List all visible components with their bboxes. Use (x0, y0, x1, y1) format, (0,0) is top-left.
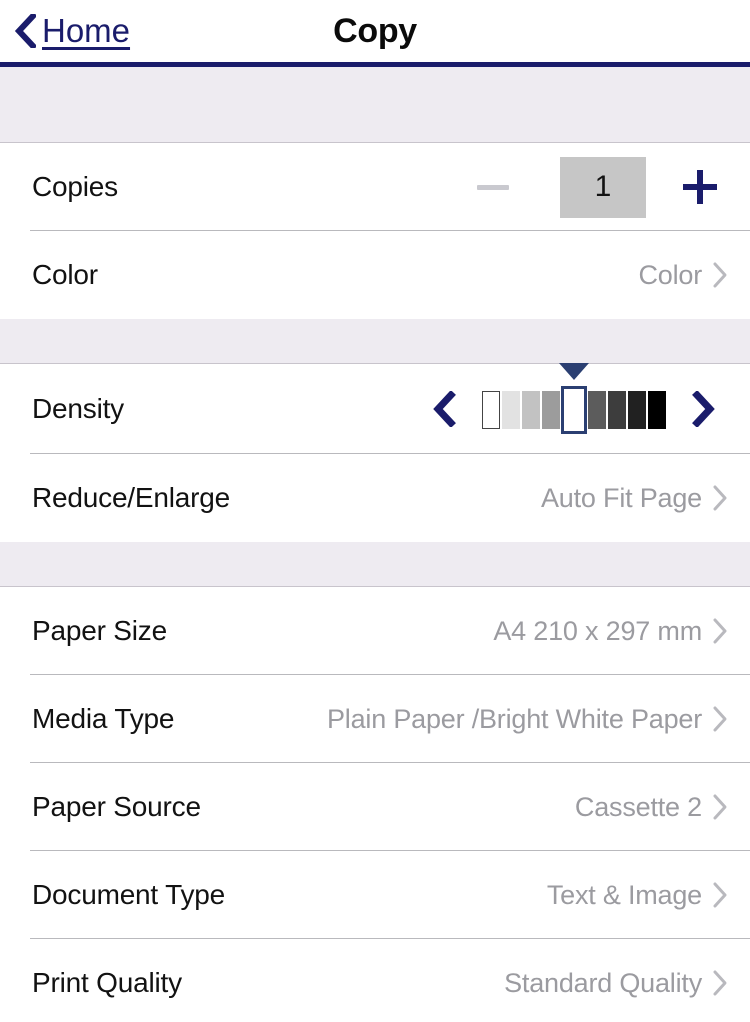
row-label-copies: Copies (32, 171, 118, 202)
chevron-right-icon (712, 969, 728, 997)
back-to-home-button[interactable]: Home (14, 0, 130, 62)
row-label-color: Color (32, 259, 98, 290)
section-paper-options: Paper Size A4 210 x 297 mm Media Type Pl… (0, 587, 750, 1022)
density-swatch-4[interactable] (542, 391, 560, 429)
density-swatch-strip[interactable] (482, 363, 666, 434)
copy-settings-screen: Home Copy Copies 1 Color Color Density R… (0, 0, 750, 1022)
row-copies: Copies 1 (0, 143, 750, 231)
row-right-document-type: Text & Image (547, 880, 728, 911)
row-value-color: Color (638, 259, 702, 290)
chevron-right-icon (712, 261, 728, 289)
section-copy-basic: Copies 1 Color Color (0, 143, 750, 319)
chevron-left-icon (429, 391, 457, 427)
density-swatch-3[interactable] (522, 391, 540, 429)
row-paper-size[interactable]: Paper Size A4 210 x 297 mm (0, 587, 750, 675)
row-value-reduce-enlarge: Auto Fit Page (541, 482, 702, 513)
density-swatch-2[interactable] (502, 391, 520, 429)
row-value-paper-size: A4 210 x 297 mm (493, 615, 702, 646)
plus-icon (683, 170, 717, 204)
density-control (420, 363, 728, 434)
row-paper-source[interactable]: Paper Source Cassette 2 (0, 763, 750, 851)
row-document-type[interactable]: Document Type Text & Image (0, 851, 750, 939)
row-media-type[interactable]: Media Type Plain Paper /Bright White Pap… (0, 675, 750, 763)
density-swatch-1[interactable] (482, 391, 500, 429)
row-label-density: Density (32, 393, 124, 424)
row-label-media-type: Media Type (32, 703, 175, 734)
density-increase-button[interactable] (682, 384, 728, 434)
density-swatch-7[interactable] (608, 391, 626, 429)
row-label-reduce-enlarge: Reduce/Enlarge (32, 482, 230, 513)
section-spacer-top (0, 67, 750, 143)
row-label-paper-size: Paper Size (32, 615, 167, 646)
row-right-reduce-enlarge: Auto Fit Page (541, 483, 728, 514)
row-label-document-type: Document Type (32, 879, 225, 910)
row-value-paper-source: Cassette 2 (574, 791, 702, 822)
chevron-left-icon (14, 14, 36, 48)
density-swatch-8[interactable] (628, 391, 646, 429)
chevron-right-icon (691, 391, 719, 427)
row-label-print-quality: Print Quality (32, 967, 182, 998)
density-decrease-button[interactable] (420, 384, 466, 434)
chevron-right-icon (712, 705, 728, 733)
section-spacer-density (0, 319, 750, 364)
row-reduce-enlarge[interactable]: Reduce/Enlarge Auto Fit Page (0, 454, 750, 542)
row-right-paper-size: A4 210 x 297 mm (493, 616, 728, 647)
density-swatch-9[interactable] (648, 391, 666, 429)
back-label: Home (42, 11, 131, 49)
minus-icon (477, 184, 509, 190)
row-label-paper-source: Paper Source (32, 791, 201, 822)
density-pointer-icon (559, 363, 589, 380)
row-print-quality[interactable]: Print Quality Standard Quality (0, 939, 750, 1022)
section-spacer-paper (0, 542, 750, 587)
copies-value-field[interactable]: 1 (560, 156, 646, 218)
row-right-paper-source: Cassette 2 (575, 792, 728, 823)
row-value-document-type: Text & Image (546, 879, 702, 910)
row-density: Density (0, 363, 750, 454)
chevron-right-icon (712, 881, 728, 909)
navigation-bar: Home Copy (0, 0, 750, 62)
density-swatch-5[interactable] (561, 386, 587, 434)
density-swatch-6[interactable] (588, 391, 606, 429)
chevron-right-icon (712, 617, 728, 645)
row-value-media-type: Plain Paper /Bright White Paper (327, 703, 702, 734)
chevron-right-icon (712, 793, 728, 821)
copies-increment-button[interactable] (672, 170, 728, 204)
row-color[interactable]: Color Color (0, 231, 750, 319)
row-right-media-type: Plain Paper /Bright White Paper (327, 704, 728, 735)
copies-decrement-button[interactable] (465, 184, 521, 190)
chevron-right-icon (712, 484, 728, 512)
section-density-scale: Density Reduce/Enlarge Auto Fit Page (0, 363, 750, 542)
copies-stepper: 1 (465, 156, 728, 218)
row-right-color: Color (638, 260, 728, 291)
row-right-print-quality: Standard Quality (504, 968, 728, 999)
row-value-print-quality: Standard Quality (504, 967, 702, 998)
